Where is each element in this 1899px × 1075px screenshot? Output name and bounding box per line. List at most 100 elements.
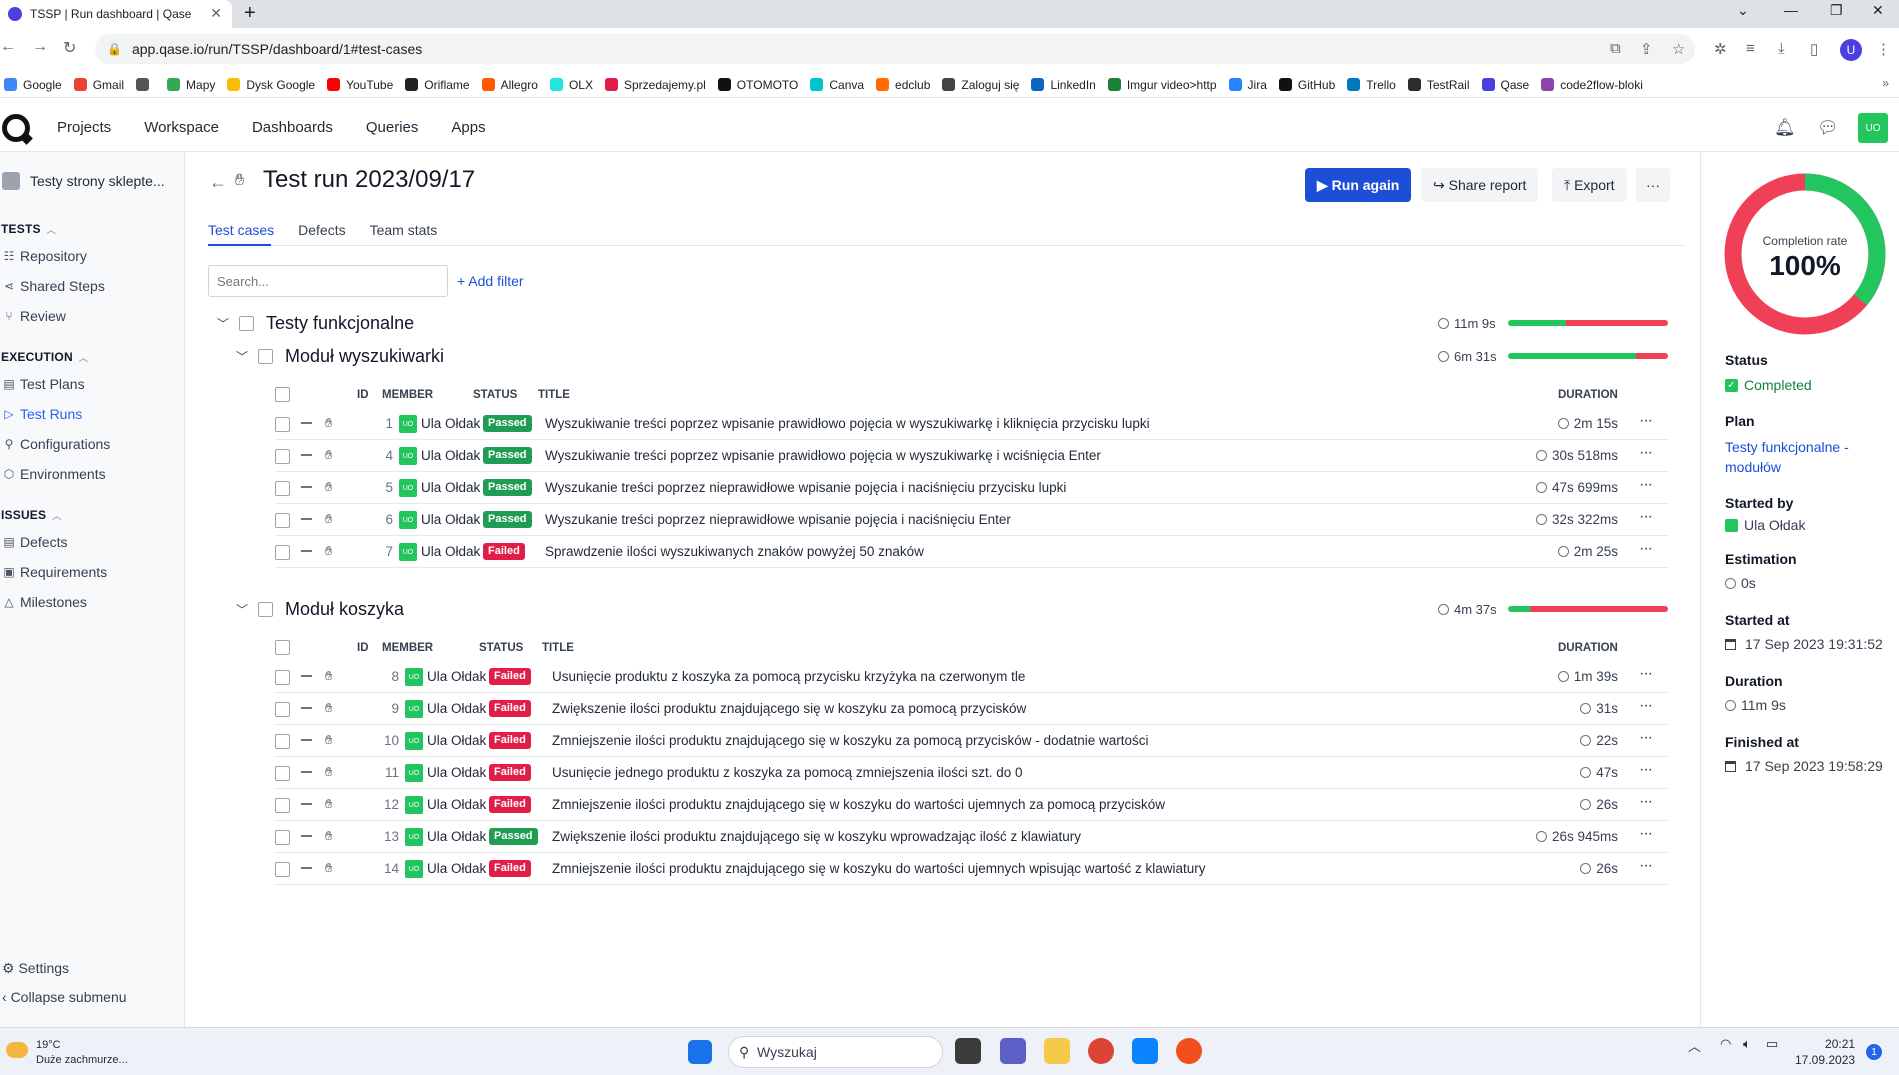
table-row[interactable]: ✋︎ 11 UO Ula Ołdak Failed Usunięcie jednego p… — [275, 757, 1668, 789]
browser-tab[interactable]: TSSP | Run dashboard | Qase ✕ — [0, 0, 232, 28]
column-header-id[interactable]: ID — [357, 389, 369, 401]
vscode-icon[interactable] — [1132, 1038, 1158, 1064]
plan-link[interactable]: Testy funkcjonalne - modułów — [1725, 437, 1875, 477]
tray-chevron-icon[interactable]: ︿ — [1688, 1036, 1701, 1055]
drag-handle-icon[interactable] — [301, 675, 312, 677]
notification-badge[interactable]: 1 — [1866, 1044, 1882, 1060]
case-title[interactable]: Usunięcie produktu z koszyka za pomocą p… — [552, 669, 1025, 684]
row-checkbox[interactable] — [275, 670, 290, 685]
bookmark-item[interactable]: edclub — [872, 78, 938, 92]
drag-handle-icon[interactable] — [301, 803, 312, 805]
bookmarks-overflow-icon[interactable]: » — [1882, 76, 1889, 90]
column-header-duration[interactable]: DURATION — [1558, 642, 1618, 654]
nav-workspace[interactable]: Workspace — [144, 119, 219, 136]
row-checkbox[interactable] — [275, 830, 290, 845]
table-row[interactable]: ✋︎ 6 UO Ula Ołdak Passed Wyszukanie treści po… — [275, 504, 1668, 536]
drag-handle-icon[interactable] — [301, 739, 312, 741]
bookmark-item[interactable]: Dysk Google — [223, 78, 323, 92]
row-more-icon[interactable]: ··· — [1639, 825, 1653, 843]
reload-icon[interactable]: ↻ — [63, 38, 76, 58]
more-actions-button[interactable]: ··· — [1636, 168, 1670, 202]
case-title[interactable]: Usunięcie jednego produktu z koszyka za … — [552, 765, 1023, 780]
bookmark-item[interactable]: Sprzedajemy.pl — [601, 78, 714, 92]
row-checkbox[interactable] — [275, 798, 290, 813]
sidebar-item-configurations[interactable]: ⚲ Configurations — [2, 436, 111, 452]
windows-start-icon[interactable] — [688, 1040, 712, 1064]
table-row[interactable]: ✋︎ 5 UO Ula Ołdak Passed Wyszukanie treści po… — [275, 472, 1668, 504]
case-title[interactable]: Zwiększenie ilości produktu znajdującego… — [552, 829, 1081, 844]
address-bar[interactable]: 🔒 app.qase.io/run/TSSP/dashboard/1#test-… — [95, 34, 1695, 64]
row-more-icon[interactable]: ··· — [1639, 729, 1653, 747]
minimize-button[interactable]: — — [1784, 2, 1798, 18]
row-checkbox[interactable] — [275, 545, 290, 560]
bookmark-item[interactable]: code2flow-bloki — [1537, 78, 1651, 92]
row-more-icon[interactable]: ··· — [1639, 697, 1653, 715]
file-explorer-icon[interactable] — [1044, 1038, 1070, 1064]
case-title[interactable]: Wyszukiwanie treści poprzez wpisanie pra… — [545, 448, 1101, 463]
drag-handle-icon[interactable] — [301, 518, 312, 520]
sidebar-item-defects[interactable]: ▤ Defects — [2, 534, 67, 550]
case-title[interactable]: Sprawdzenie ilości wyszukiwanych znaków … — [545, 544, 924, 559]
chevron-down-icon[interactable]: ﹀ — [236, 601, 258, 618]
drag-handle-icon[interactable] — [301, 454, 312, 456]
chrome-icon[interactable] — [1088, 1038, 1114, 1064]
bookmark-item[interactable]: TestRail — [1404, 78, 1478, 92]
sidebar-item-environments[interactable]: ⬡ Environments — [2, 466, 106, 482]
figma-icon[interactable] — [1176, 1038, 1202, 1064]
section-tests[interactable]: TESTS ︿ — [1, 222, 56, 236]
row-checkbox[interactable] — [275, 766, 290, 781]
bookmark-item[interactable] — [132, 78, 163, 91]
row-more-icon[interactable]: ··· — [1639, 412, 1653, 430]
sidebar-item-requirements[interactable]: ▣ Requirements — [2, 564, 107, 580]
battery-icon[interactable]: ▭ — [1766, 1036, 1778, 1052]
sidebar-item-test-plans[interactable]: ▤ Test Plans — [2, 376, 84, 392]
row-more-icon[interactable]: ··· — [1639, 857, 1653, 875]
bookmark-item[interactable]: Jira — [1225, 78, 1275, 92]
section-execution[interactable]: EXECUTION ︿ — [1, 350, 88, 364]
column-header-id[interactable]: ID — [357, 642, 369, 654]
side-panel-icon[interactable]: ▯ — [1810, 40, 1818, 58]
sidebar-item-test-runs[interactable]: ▷ Test Runs — [2, 406, 82, 422]
forward-nav-icon[interactable]: → — [32, 38, 48, 56]
window-close-button[interactable]: ✕ — [1872, 2, 1884, 19]
table-row[interactable]: ✋︎ 12 UO Ula Ołdak Failed Zmniejszenie ilości… — [275, 789, 1668, 821]
suite-header[interactable]: ﹀ Moduł koszyka — [236, 599, 404, 620]
row-checkbox[interactable] — [275, 481, 290, 496]
bookmark-item[interactable]: GitHub — [1275, 78, 1343, 92]
row-more-icon[interactable]: ··· — [1639, 444, 1653, 462]
new-tab-button[interactable]: + — [244, 2, 256, 25]
row-more-icon[interactable]: ··· — [1639, 665, 1653, 683]
bookmark-item[interactable]: OLX — [546, 78, 601, 92]
chrome-menu-icon[interactable]: ⋮ — [1876, 40, 1891, 58]
suite-checkbox[interactable] — [239, 316, 254, 331]
search-input[interactable] — [208, 265, 448, 297]
close-tab-icon[interactable]: ✕ — [210, 5, 222, 22]
case-title[interactable]: Zmniejszenie ilości produktu znajdująceg… — [552, 797, 1165, 812]
row-more-icon[interactable]: ··· — [1639, 761, 1653, 779]
bookmark-item[interactable]: Gmail — [70, 78, 132, 92]
bookmark-item[interactable]: Oriflame — [401, 78, 477, 92]
table-row[interactable]: ✋︎ 9 UO Ula Ołdak Failed Zwiększenie ilości p… — [275, 693, 1668, 725]
nav-apps[interactable]: Apps — [451, 119, 485, 136]
nav-queries[interactable]: Queries — [366, 119, 419, 136]
row-more-icon[interactable]: ··· — [1639, 793, 1653, 811]
collapse-submenu-button[interactable]: ‹ Collapse submenu — [2, 989, 127, 1005]
bookmark-item[interactable]: Zaloguj się — [938, 78, 1027, 92]
project-selector[interactable]: Testy strony sklepte... — [2, 172, 165, 190]
user-avatar[interactable]: UO — [1858, 113, 1888, 143]
wifi-icon[interactable]: ◠ — [1720, 1036, 1731, 1052]
taskbar-search[interactable]: ⚲ Wyszukaj — [728, 1036, 943, 1068]
bookmark-item[interactable]: Google — [0, 78, 70, 92]
system-clock[interactable]: 20:21 17.09.2023 — [1795, 1036, 1855, 1068]
bookmark-item[interactable]: OTOMOTO — [714, 78, 807, 92]
drag-handle-icon[interactable] — [301, 550, 312, 552]
task-view-icon[interactable] — [955, 1038, 981, 1064]
drag-handle-icon[interactable] — [301, 867, 312, 869]
table-row[interactable]: ✋︎ 7 UO Ula Ołdak Failed Sprawdzenie ilości w… — [275, 536, 1668, 568]
case-title[interactable]: Zmniejszenie ilości produktu znajdująceg… — [552, 733, 1149, 748]
bookmark-item[interactable]: LinkedIn — [1027, 78, 1103, 92]
export-button[interactable]: ⤒ Export — [1552, 168, 1627, 202]
tab-test-cases[interactable]: Test cases — [208, 222, 274, 238]
restore-button[interactable]: ❐ — [1830, 2, 1843, 19]
bell-icon[interactable]: 🔔︎ — [1774, 118, 1796, 138]
